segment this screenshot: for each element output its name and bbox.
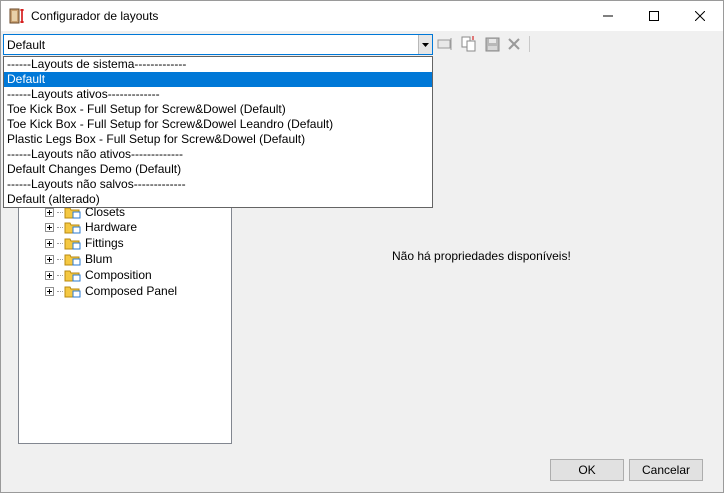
tree-item-label: Composition	[85, 268, 152, 282]
folder-icon	[64, 284, 81, 298]
save-icon[interactable]	[483, 36, 501, 52]
dropdown-group-header[interactable]: ------Layouts ativos-------------	[4, 87, 432, 102]
layout-configurator-window: Configurador de layouts Default Closets …	[0, 0, 724, 493]
tree-item-label: Hardware	[85, 220, 138, 234]
dropdown-option[interactable]: Default Changes Demo (Default)	[4, 162, 432, 177]
layout-select[interactable]: Default	[3, 34, 433, 55]
toolbar-separator	[529, 36, 530, 52]
layout-configurator-icon	[9, 8, 25, 24]
dropdown-option[interactable]: Toe Kick Box - Full Setup for Screw&Dowe…	[4, 102, 432, 117]
expand-icon[interactable]	[45, 238, 54, 248]
tree-item-label: Fittings	[85, 236, 124, 250]
tree-item-composition[interactable]: Composition	[45, 267, 152, 283]
maximize-button[interactable]	[631, 1, 677, 31]
minimize-icon	[603, 15, 613, 17]
tree-item-label: Blum	[85, 252, 113, 266]
tree-item-hardware[interactable]: Hardware	[45, 219, 137, 235]
close-button[interactable]	[677, 1, 723, 31]
tree-item-fittings[interactable]: Fittings	[45, 235, 124, 251]
expand-icon[interactable]	[45, 270, 54, 280]
maximize-icon	[649, 11, 659, 21]
tree-item-label: Composed Panel	[85, 284, 178, 298]
ok-button[interactable]: OK	[550, 459, 624, 481]
folder-icon	[64, 252, 81, 266]
dropdown-option[interactable]: Default (alterado)	[4, 192, 432, 207]
chevron-down-icon	[422, 42, 429, 47]
title-bar[interactable]: Configurador de layouts	[1, 1, 723, 31]
rename-icon[interactable]	[436, 36, 454, 52]
expand-icon[interactable]	[45, 286, 54, 296]
dropdown-group-header[interactable]: ------Layouts não salvos-------------	[4, 177, 432, 192]
window-title: Configurador de layouts	[31, 9, 159, 23]
layout-dropdown-list[interactable]: ------Layouts de sistema------------- De…	[3, 56, 433, 208]
dropdown-group-header[interactable]: ------Layouts não ativos-------------	[4, 147, 432, 162]
delete-icon[interactable]	[505, 36, 523, 52]
cancel-button[interactable]: Cancelar	[629, 459, 703, 481]
tree-item-composed-panel[interactable]: Composed Panel	[45, 283, 177, 299]
expand-icon[interactable]	[45, 207, 54, 217]
folder-icon	[64, 220, 81, 234]
dropdown-group-header[interactable]: ------Layouts de sistema-------------	[4, 57, 432, 72]
dropdown-option-selected[interactable]: Default	[4, 72, 432, 87]
close-icon	[695, 11, 705, 21]
dropdown-option[interactable]: Toe Kick Box - Full Setup for Screw&Dowe…	[4, 117, 432, 132]
empty-properties-message: Não há propriedades disponíveis!	[392, 249, 571, 263]
layout-select-value: Default	[7, 38, 46, 52]
folder-icon	[64, 236, 81, 250]
expand-icon[interactable]	[45, 254, 54, 264]
tree-item-blum[interactable]: Blum	[45, 251, 112, 267]
minimize-button[interactable]	[585, 1, 631, 31]
expand-icon[interactable]	[45, 222, 54, 232]
dropdown-arrow-button[interactable]	[418, 35, 432, 54]
copy-layout-icon[interactable]	[460, 36, 478, 52]
dropdown-option[interactable]: Plastic Legs Box - Full Setup for Screw&…	[4, 132, 432, 147]
folder-icon	[64, 268, 81, 282]
